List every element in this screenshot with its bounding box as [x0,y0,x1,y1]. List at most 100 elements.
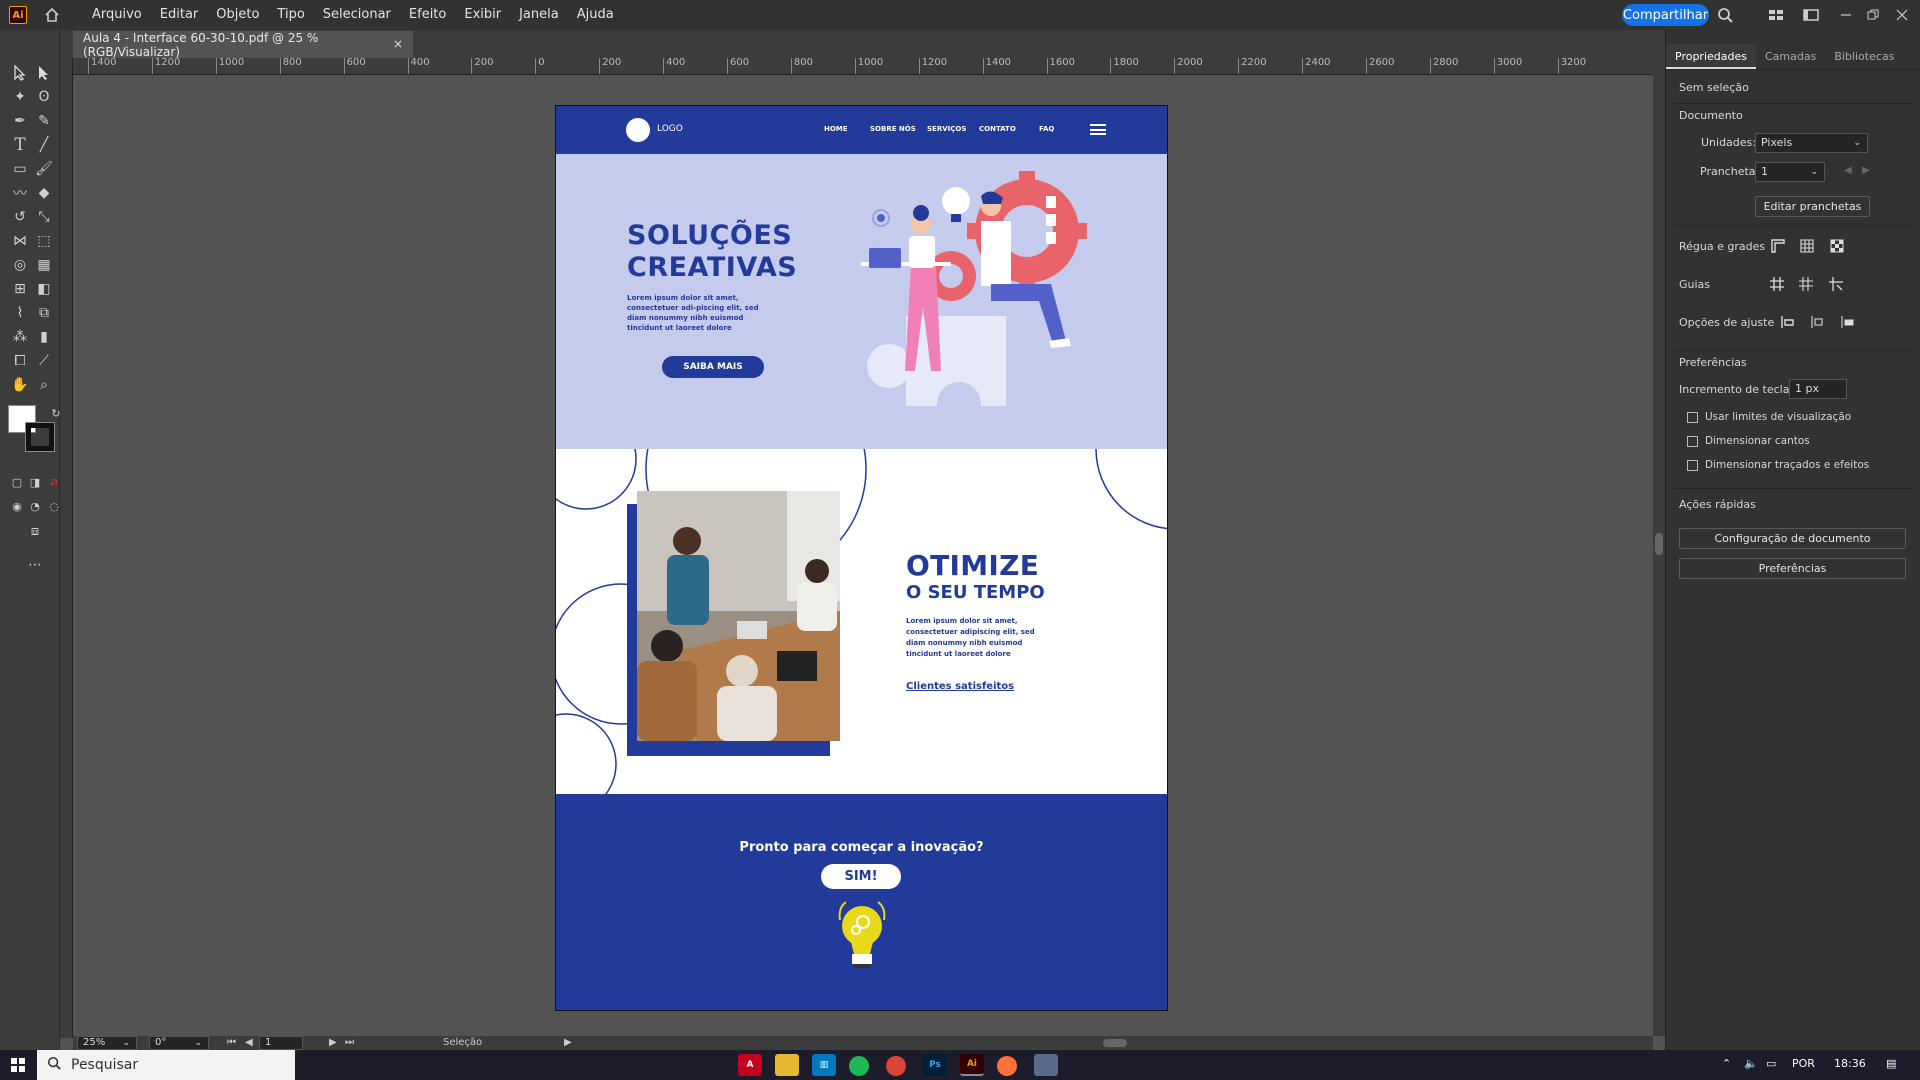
tab-propriedades[interactable]: Propriedades [1666,44,1756,69]
document-setup-button[interactable]: Configuração de documento [1679,528,1906,549]
horizontal-scroll-thumb[interactable] [1103,1039,1127,1047]
screen-mode-icon[interactable]: ⧈ [24,520,46,542]
eraser-tool-icon[interactable]: ◆ [33,182,55,204]
edit-artboards-button[interactable]: Editar pranchetas [1755,196,1870,217]
search-icon[interactable] [1716,6,1734,24]
language-indicator[interactable]: POR [1792,1057,1815,1070]
selection-tool-icon[interactable] [9,62,31,84]
home-icon[interactable] [43,6,61,24]
mesh-tool-icon[interactable]: ⊞ [9,278,31,300]
trello-app-icon[interactable]: ▥ [812,1054,836,1076]
smart-guides-icon[interactable] [1825,273,1847,295]
paintbrush-tool-icon[interactable]: 🖌 [33,158,55,180]
type-tool-icon[interactable]: T [9,134,31,156]
stroke-swatch[interactable] [25,422,55,452]
menu-janela[interactable]: Janela [510,0,568,30]
illustrator-app-icon[interactable]: Ai [960,1054,984,1076]
minimize-icon[interactable] [1837,6,1855,24]
use-preview-bounds-checkbox[interactable] [1687,412,1698,423]
restore-icon[interactable] [1864,6,1882,24]
scale-corners-checkbox[interactable] [1687,436,1698,447]
magic-wand-tool-icon[interactable]: ✦ [9,86,31,108]
workspace-icon[interactable] [1802,6,1820,24]
hand-tool-icon[interactable]: ✋ [9,374,31,396]
menu-selecionar[interactable]: Selecionar [314,0,400,30]
status-menu-icon[interactable]: ▶ [564,1037,572,1048]
more-tools-icon[interactable]: ⋯ [24,554,46,576]
zoom-tool-icon[interactable]: ⌕ [33,374,55,396]
symbol-sprayer-tool-icon[interactable]: ⁂ [9,326,31,348]
preferences-button[interactable]: Preferências [1679,558,1906,579]
transparency-grid-icon[interactable] [1826,235,1848,257]
artboard[interactable]: LOGO HOME SOBRE NÓS SERVIÇOS CONTATO FAQ… [555,105,1168,1011]
tab-bibliotecas[interactable]: Bibliotecas [1825,44,1903,69]
next-artboard-arrow-icon[interactable]: ▶ [1862,165,1870,176]
shaper-tool-icon[interactable]: 〰 [9,182,31,204]
perspective-grid-tool-icon[interactable]: ▦ [33,254,55,276]
free-transform-tool-icon[interactable]: ⬚ [33,230,55,252]
grid-icon[interactable] [1796,235,1818,257]
units-select[interactable]: Pixels ⌄ [1755,133,1868,153]
lock-guides-icon[interactable] [1795,273,1817,295]
show-guides-icon[interactable] [1766,273,1788,295]
photoshop-app-icon[interactable]: Ps [923,1054,947,1076]
taskbar-search-box[interactable]: Pesquisar [37,1050,295,1080]
snap-to-point-icon[interactable] [1776,311,1798,333]
slice-tool-icon[interactable]: ⟋ [33,350,55,372]
share-button[interactable]: Compartilhar [1622,4,1709,26]
network-icon[interactable]: ▭ [1766,1057,1776,1070]
menu-objeto[interactable]: Objeto [207,0,268,30]
menu-ajuda[interactable]: Ajuda [568,0,623,30]
direct-selection-tool-icon[interactable] [33,62,55,84]
volume-icon[interactable]: 🔈 [1744,1057,1758,1070]
last-artboard-icon[interactable]: ⏭ [345,1037,354,1048]
chrome-app-icon[interactable] [886,1056,906,1076]
prev-artboard-icon[interactable]: ◀ [245,1037,253,1048]
vertical-ruler[interactable] [60,58,73,1038]
line-tool-icon[interactable]: ╱ [33,134,55,156]
keyboard-increment-input[interactable]: 1 px [1789,379,1847,399]
menu-tipo[interactable]: Tipo [268,0,313,30]
spotify-app-icon[interactable] [849,1056,869,1076]
pen-tool-icon[interactable]: ✒ [9,110,31,132]
eyedropper-tool-icon[interactable]: ⌇ [9,302,31,324]
menu-arquivo[interactable]: Arquivo [83,0,151,30]
column-graph-tool-icon[interactable]: ▮ [33,326,55,348]
blend-tool-icon[interactable]: ⧉ [33,302,55,324]
file-explorer-app-icon[interactable] [775,1054,799,1076]
vertical-scrollbar[interactable] [1653,58,1665,1036]
rotate-tool-icon[interactable]: ↺ [9,206,31,228]
firefox-app-icon[interactable] [997,1056,1017,1076]
document-tab[interactable]: Aula 4 - Interface 60-30-10.pdf @ 25 % (… [73,31,413,59]
menu-efeito[interactable]: Efeito [400,0,455,30]
acrobat-app-icon[interactable]: A [738,1054,762,1076]
snap-to-pixel-icon[interactable] [1806,311,1828,333]
menu-editar[interactable]: Editar [151,0,208,30]
gradient-tool-icon[interactable]: ◧ [33,278,55,300]
tab-camadas[interactable]: Camadas [1756,44,1825,69]
notifications-icon[interactable]: ▤ [1886,1057,1896,1070]
width-tool-icon[interactable]: ⋈ [9,230,31,252]
paint-app-icon[interactable] [1034,1054,1058,1076]
artboard-tool-icon[interactable]: ⧠ [9,350,31,372]
horizontal-ruler[interactable]: 1400 1200 1000 800 600 400 200 0 200 400 600 800 100… [73,58,1653,75]
shape-builder-tool-icon[interactable]: ◎ [9,254,31,276]
chevron-up-icon[interactable]: ⌃ [1722,1057,1731,1070]
rotation-select[interactable]: 0° ⌄ [149,1036,209,1050]
first-artboard-icon[interactable]: ⏮ [227,1037,236,1048]
lasso-tool-icon[interactable]: ʘ [33,86,55,108]
close-window-icon[interactable] [1893,6,1911,24]
close-tab-icon[interactable]: × [393,37,403,51]
arrange-documents-icon[interactable] [1767,6,1785,24]
scale-strokes-checkbox[interactable] [1687,460,1698,471]
zoom-select[interactable]: 25% ⌄ [77,1036,137,1050]
prev-artboard-arrow-icon[interactable]: ◀ [1844,165,1852,176]
windows-start-icon[interactable] [0,1050,36,1080]
snap-to-glyph-icon[interactable] [1836,311,1858,333]
scale-tool-icon[interactable]: ⤡ [33,206,55,228]
next-artboard-icon[interactable]: ▶ [329,1037,337,1048]
menu-exibir[interactable]: Exibir [455,0,510,30]
artboards-select[interactable]: 1 ⌄ [1755,162,1825,182]
rectangle-tool-icon[interactable]: ▭ [9,158,31,180]
curvature-tool-icon[interactable]: ✎ [33,110,55,132]
